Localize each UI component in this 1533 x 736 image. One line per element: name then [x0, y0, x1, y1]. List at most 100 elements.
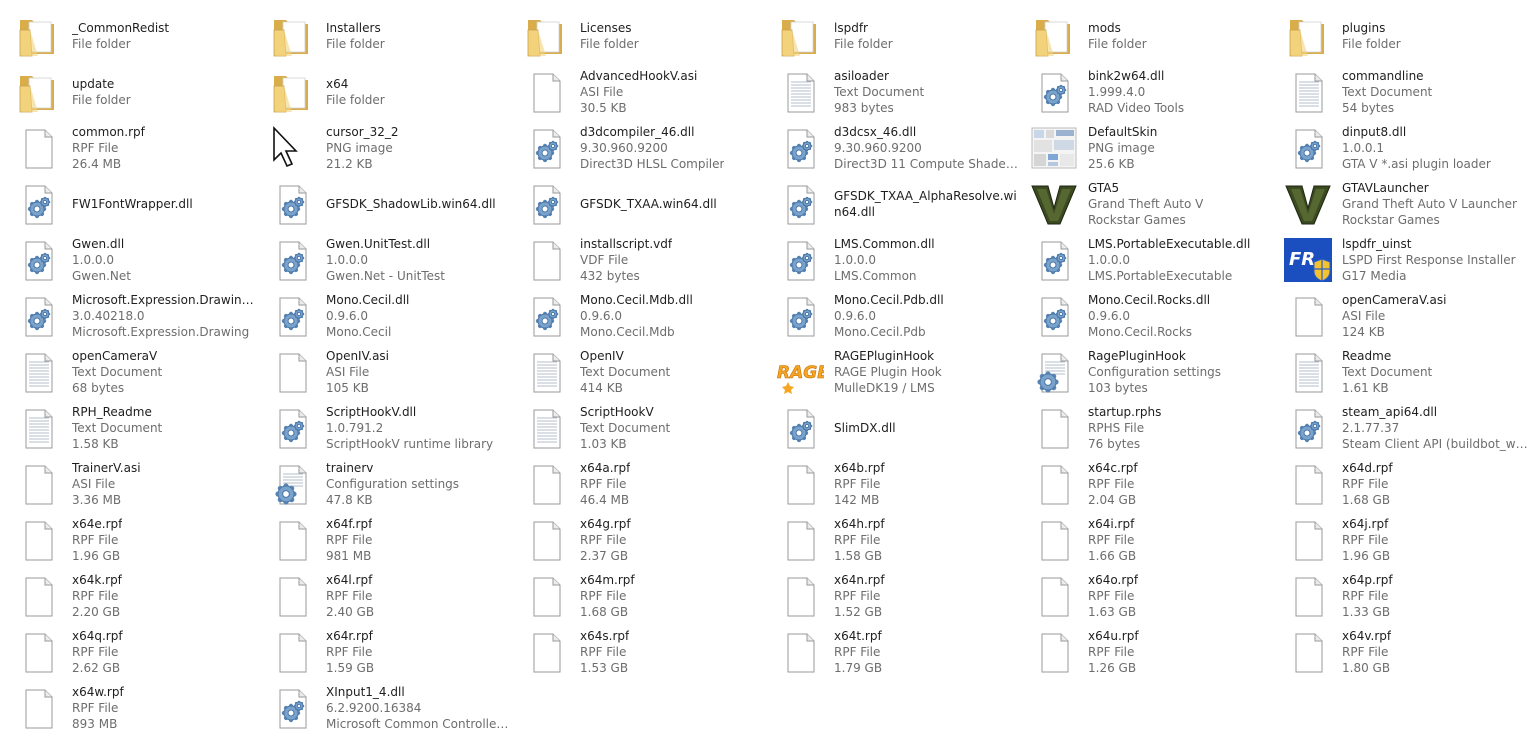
file-item-72[interactable]: x64w.rpf RPF File 893 MB — [14, 680, 268, 736]
file-item-8[interactable]: AdvancedHookV.asi ASI File 30.5 KB — [522, 64, 776, 120]
file-item-67[interactable]: x64r.rpf RPF File 1.59 GB — [268, 624, 522, 680]
file-meta-line-2: 2.62 GB — [72, 661, 121, 675]
dll-gear-icon — [268, 404, 316, 452]
file-name: x64w.rpf — [72, 685, 124, 699]
file-name: ScriptHookV.dll — [326, 405, 417, 419]
file-item-40[interactable]: RagePluginHook Configuration settings 10… — [1030, 344, 1284, 400]
file-item-34[interactable]: Mono.Cecil.Rocks.dll 0.9.6.0 Mono.Cecil.… — [1030, 288, 1284, 344]
file-item-0[interactable]: _CommonRedist File folder — [14, 8, 268, 64]
file-name: Licenses — [580, 21, 632, 35]
file-item-30[interactable]: Microsoft.Expression.Drawing.dll 3.0.402… — [14, 288, 268, 344]
file-item-58[interactable]: x64i.rpf RPF File 1.66 GB — [1030, 512, 1284, 568]
file-item-54[interactable]: x64e.rpf RPF File 1.96 GB — [14, 512, 268, 568]
file-item-20[interactable]: GFSDK_TXAA.win64.dll — [522, 176, 776, 232]
file-item-26[interactable]: installscript.vdf VDF File 432 bytes — [522, 232, 776, 288]
file-item-61[interactable]: x64l.rpf RPF File 2.40 GB — [268, 568, 522, 624]
file-item-27[interactable]: LMS.Common.dll 1.0.0.0 LMS.Common — [776, 232, 1030, 288]
file-item-3[interactable]: lspdfr File folder — [776, 8, 1030, 64]
file-item-29[interactable]: FR lspdfr_uinst LSPD First Response Inst… — [1284, 232, 1533, 288]
file-item-25[interactable]: Gwen.UnitTest.dll 1.0.0.0 Gwen.Net - Uni… — [268, 232, 522, 288]
file-item-69[interactable]: x64t.rpf RPF File 1.79 GB — [776, 624, 1030, 680]
file-item-44[interactable]: ScriptHookV Text Document 1.03 KB — [522, 400, 776, 456]
file-meta-line-1: RPF File — [1342, 477, 1389, 491]
folder-icon — [14, 68, 62, 116]
blank-file-icon — [1284, 628, 1332, 676]
file-item-38[interactable]: OpenIV Text Document 414 KB — [522, 344, 776, 400]
file-item-16[interactable]: DefaultSkin PNG image 25.6 KB — [1030, 120, 1284, 176]
blank-file-icon — [14, 460, 62, 508]
file-item-56[interactable]: x64g.rpf RPF File 2.37 GB — [522, 512, 776, 568]
file-item-51[interactable]: x64b.rpf RPF File 142 MB — [776, 456, 1030, 512]
file-meta-line-2: 414 KB — [580, 381, 623, 395]
file-item-57[interactable]: x64h.rpf RPF File 1.58 GB — [776, 512, 1030, 568]
file-meta-line-2: 46.4 MB — [580, 493, 630, 507]
file-item-28[interactable]: LMS.PortableExecutable.dll 1.0.0.0 LMS.P… — [1030, 232, 1284, 288]
file-item-31[interactable]: Mono.Cecil.dll 0.9.6.0 Mono.Cecil — [268, 288, 522, 344]
file-item-12[interactable]: common.rpf RPF File 26.4 MB — [14, 120, 268, 176]
file-meta-line-1: RPF File — [1088, 589, 1135, 603]
file-item-64[interactable]: x64o.rpf RPF File 1.63 GB — [1030, 568, 1284, 624]
file-item-53[interactable]: x64d.rpf RPF File 1.68 GB — [1284, 456, 1533, 512]
file-item-9[interactable]: asiloader Text Document 983 bytes — [776, 64, 1030, 120]
file-item-4[interactable]: mods File folder — [1030, 8, 1284, 64]
text-file-icon — [1284, 348, 1332, 396]
file-item-21[interactable]: GFSDK_TXAA_AlphaResolve.win64.dll — [776, 176, 1030, 232]
file-item-35[interactable]: openCameraV.asi ASI File 124 KB — [1284, 288, 1533, 344]
file-item-17[interactable]: dinput8.dll 1.0.0.1 GTA V *.asi plugin l… — [1284, 120, 1533, 176]
file-item-5[interactable]: plugins File folder — [1284, 8, 1533, 64]
file-item-37[interactable]: OpenIV.asi ASI File 105 KB — [268, 344, 522, 400]
file-item-50[interactable]: x64a.rpf RPF File 46.4 MB — [522, 456, 776, 512]
file-item-52[interactable]: x64c.rpf RPF File 2.04 GB — [1030, 456, 1284, 512]
file-meta-line-2: Direct3D HLSL Compiler — [580, 157, 725, 171]
file-item-19[interactable]: GFSDK_ShadowLib.win64.dll — [268, 176, 522, 232]
file-grid: _CommonRedist File folder Installers Fil… — [14, 8, 1533, 736]
file-item-62[interactable]: x64m.rpf RPF File 1.68 GB — [522, 568, 776, 624]
file-item-36[interactable]: openCameraV Text Document 68 bytes — [14, 344, 268, 400]
file-item-41[interactable]: Readme Text Document 1.61 KB — [1284, 344, 1533, 400]
file-item-46[interactable]: startup.rphs RPHS File 76 bytes — [1030, 400, 1284, 456]
file-item-24[interactable]: Gwen.dll 1.0.0.0 Gwen.Net — [14, 232, 268, 288]
file-item-65[interactable]: x64p.rpf RPF File 1.33 GB — [1284, 568, 1533, 624]
file-item-73[interactable]: XInput1_4.dll 6.2.9200.16384 Microsoft C… — [268, 680, 522, 736]
file-item-71[interactable]: x64v.rpf RPF File 1.80 GB — [1284, 624, 1533, 680]
file-item-10[interactable]: bink2w64.dll 1.999.4.0 RAD Video Tools — [1030, 64, 1284, 120]
folder-icon — [14, 12, 62, 60]
file-item-48[interactable]: TrainerV.asi ASI File 3.36 MB — [14, 456, 268, 512]
file-item-22[interactable]: GTA5 Grand Theft Auto V Rockstar Games — [1030, 176, 1284, 232]
file-item-33[interactable]: Mono.Cecil.Pdb.dll 0.9.6.0 Mono.Cecil.Pd… — [776, 288, 1030, 344]
file-name: RPH_Readme — [72, 405, 152, 419]
file-item-63[interactable]: x64n.rpf RPF File 1.52 GB — [776, 568, 1030, 624]
file-item-23[interactable]: GTAVLauncher Grand Theft Auto V Launcher… — [1284, 176, 1533, 232]
file-item-70[interactable]: x64u.rpf RPF File 1.26 GB — [1030, 624, 1284, 680]
file-item-11[interactable]: commandline Text Document 54 bytes — [1284, 64, 1533, 120]
file-item-68[interactable]: x64s.rpf RPF File 1.53 GB — [522, 624, 776, 680]
file-item-39[interactable]: RAGE RAGEPluginHook RAGE Plugin Hook Mul… — [776, 344, 1030, 400]
file-meta-line-2: 1.66 GB — [1088, 549, 1137, 563]
file-item-14[interactable]: d3dcompiler_46.dll 9.30.960.9200 Direct3… — [522, 120, 776, 176]
file-item-47[interactable]: steam_api64.dll 2.1.77.37 Steam Client A… — [1284, 400, 1533, 456]
file-item-15[interactable]: d3dcsx_46.dll 9.30.960.9200 Direct3D 11 … — [776, 120, 1030, 176]
file-item-49[interactable]: trainerv Configuration settings 47.8 KB — [268, 456, 522, 512]
file-item-2[interactable]: Licenses File folder — [522, 8, 776, 64]
dll-gear-icon — [776, 180, 824, 228]
file-item-7[interactable]: x64 File folder — [268, 64, 522, 120]
file-name: x64j.rpf — [1342, 517, 1389, 531]
file-item-42[interactable]: RPH_Readme Text Document 1.58 KB — [14, 400, 268, 456]
blank-file-icon — [14, 684, 62, 732]
file-item-6[interactable]: update File folder — [14, 64, 268, 120]
file-item-1[interactable]: Installers File folder — [268, 8, 522, 64]
text-file-icon — [1284, 68, 1332, 116]
file-meta-line-1: RPF File — [834, 477, 881, 491]
file-item-59[interactable]: x64j.rpf RPF File 1.96 GB — [1284, 512, 1533, 568]
file-item-13[interactable]: cursor_32_2 PNG image 21.2 KB — [268, 120, 522, 176]
file-meta-line-2: 103 bytes — [1088, 381, 1148, 395]
file-item-55[interactable]: x64f.rpf RPF File 981 MB — [268, 512, 522, 568]
file-item-45[interactable]: SlimDX.dll — [776, 400, 1030, 456]
file-item-18[interactable]: FW1FontWrapper.dll — [14, 176, 268, 232]
file-item-66[interactable]: x64q.rpf RPF File 2.62 GB — [14, 624, 268, 680]
blank-file-icon — [522, 516, 570, 564]
file-item-32[interactable]: Mono.Cecil.Mdb.dll 0.9.6.0 Mono.Cecil.Md… — [522, 288, 776, 344]
file-item-60[interactable]: x64k.rpf RPF File 2.20 GB — [14, 568, 268, 624]
dll-gear-icon — [1030, 68, 1078, 116]
file-item-43[interactable]: ScriptHookV.dll 1.0.791.2 ScriptHookV ru… — [268, 400, 522, 456]
